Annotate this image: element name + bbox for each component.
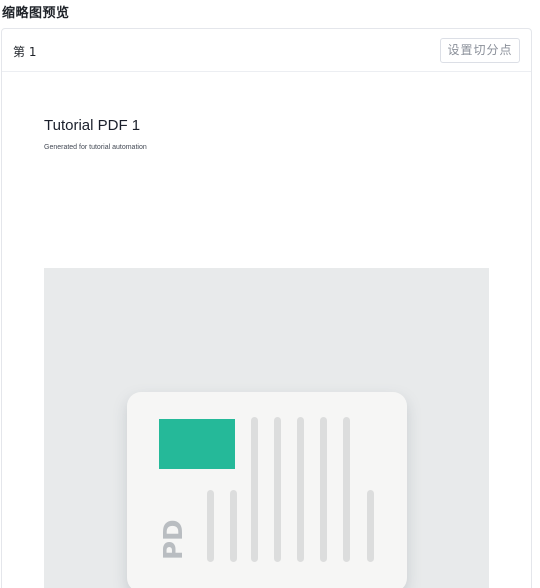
document-text-line: [207, 490, 214, 562]
document-text-line: [297, 417, 304, 562]
pdf-page-subtitle: Generated for tutorial automation: [44, 144, 147, 151]
document-icon: PD: [127, 392, 407, 588]
page-preview[interactable]: Tutorial PDF 1 Generated for tutorial au…: [2, 73, 531, 588]
set-split-point-button[interactable]: 设置切分点: [440, 38, 520, 63]
thumbnail-preview-title: 缩略图预览: [2, 6, 70, 21]
pdf-page-title: Tutorial PDF 1: [44, 117, 141, 134]
document-text-line: [251, 417, 258, 562]
document-text-line: [320, 417, 327, 562]
document-accent-block: [159, 419, 235, 469]
page-thumbnail-card: 第 1 设置切分点 Tutorial PDF 1 Generated for t…: [1, 28, 532, 588]
page-card-header: 第 1 设置切分点: [2, 29, 531, 72]
document-text-line: [367, 490, 374, 562]
document-text-line: [274, 417, 281, 562]
document-text-line: [230, 490, 237, 562]
pdf-illustration-image: PD: [44, 268, 489, 588]
document-pd-label: PD: [159, 519, 189, 560]
page-number-label: 第 1: [13, 45, 37, 59]
document-text-line: [343, 417, 350, 562]
